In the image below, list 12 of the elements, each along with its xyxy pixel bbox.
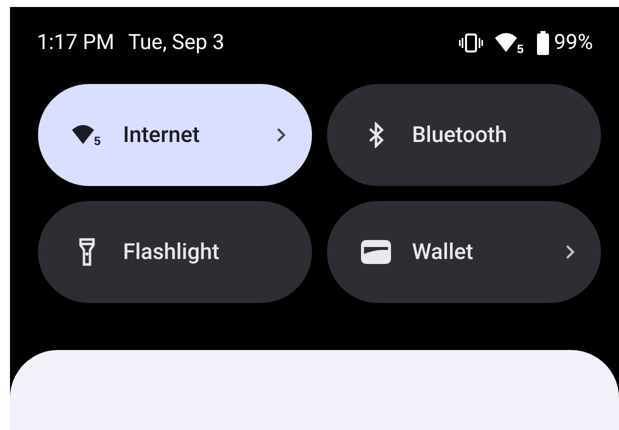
bluetooth-icon <box>368 122 384 148</box>
battery-percent: 99% <box>554 31 593 55</box>
date-text: Tue, Sep 3 <box>128 31 224 55</box>
quick-settings-tile[interactable]: 5 Internet <box>38 84 312 186</box>
quick-settings-tile[interactable]: Wallet <box>327 201 601 303</box>
battery-icon <box>537 31 549 55</box>
clock-time: 1:17 PM <box>37 31 114 55</box>
wallet-icon <box>361 240 391 264</box>
quick-settings-tile[interactable]: Bluetooth <box>327 84 601 186</box>
flashlight-icon <box>79 238 95 266</box>
vibrate-icon <box>459 33 483 53</box>
quick-settings-tile[interactable]: Flashlight <box>38 201 312 303</box>
